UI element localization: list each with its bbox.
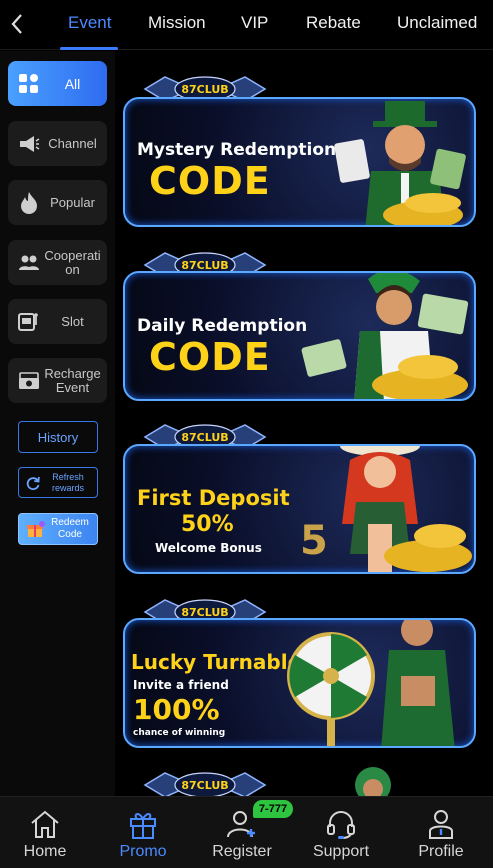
headset-icon	[327, 811, 355, 839]
nav-label: Support	[312, 843, 370, 860]
nav-label: Register	[212, 843, 272, 860]
nav-label: Home	[23, 843, 67, 860]
category-popular[interactable]: Popular	[8, 180, 107, 225]
banner-invite-text: Invite a friend	[133, 678, 229, 692]
category-label: Cooperation	[44, 247, 101, 277]
category-all[interactable]: All	[8, 61, 107, 106]
grid-icon	[16, 71, 42, 97]
redeem-label: Redeem Code	[51, 517, 89, 540]
tab-rebate[interactable]: Rebate	[306, 13, 361, 33]
refresh-label: Refresh rewards	[51, 471, 84, 493]
mascot-illustration	[334, 101, 466, 225]
logo-text: 87CLUB	[181, 779, 228, 792]
category-label: Slot	[61, 313, 84, 329]
category-channel[interactable]: Channel	[8, 121, 107, 166]
history-button[interactable]: History	[18, 421, 98, 453]
slot-machine-icon	[16, 309, 42, 335]
svg-text:5: 5	[300, 518, 328, 564]
logo-text: 87CLUB	[181, 83, 228, 96]
banner-first-deposit[interactable]: First Deposit 50% Welcome Bonus 5	[123, 444, 476, 574]
event-banner-list: 87CLUB Mystery Redemption CODE 87CLUB Da…	[115, 51, 493, 796]
category-label: Popular	[50, 194, 95, 210]
banner-title: Mystery Redemption	[137, 140, 337, 160]
person-icon	[429, 810, 453, 839]
banner-title: First Deposit	[137, 486, 290, 510]
nav-label: Profile	[418, 843, 464, 860]
banner-lucky-turnable[interactable]: Lucky Turnable Invite a friend 100% chan…	[123, 618, 476, 748]
category-sidebar: All Channel Popular Cooperation Slot Rec…	[0, 51, 115, 796]
nav-profile[interactable]: Profile	[396, 807, 486, 861]
tab-vip[interactable]: VIP	[241, 13, 268, 33]
megaphone-icon	[16, 131, 42, 157]
cash-icon	[16, 368, 42, 394]
people-icon	[16, 250, 42, 276]
active-tab-indicator	[60, 47, 118, 50]
tab-unclaimed[interactable]: Unclaimed	[397, 13, 477, 33]
back-button[interactable]	[6, 10, 28, 38]
nav-label: Promo	[119, 843, 167, 860]
mascot-illustration: 5	[300, 446, 472, 572]
mascot-illustration	[301, 273, 469, 399]
nav-support[interactable]: Support	[296, 807, 386, 861]
banner-subtitle: chance of winning	[133, 728, 226, 738]
banner-daily-code[interactable]: Daily Redemption CODE	[123, 271, 476, 401]
banner-highlight: CODE	[149, 159, 271, 203]
category-slot[interactable]: Slot	[8, 299, 107, 344]
nav-home[interactable]: Home	[0, 807, 90, 861]
redeem-code-button[interactable]: Redeem Code	[18, 513, 98, 545]
chevron-left-icon	[11, 14, 22, 34]
top-tab-bar: Event Mission VIP Rebate Unclaimed	[0, 0, 493, 50]
refresh-rewards-button[interactable]: Refresh rewards	[18, 467, 98, 498]
gift-box-icon	[27, 521, 45, 537]
banner-highlight: CODE	[149, 335, 271, 379]
banner-title: Daily Redemption	[137, 316, 308, 336]
register-bonus-badge: 7-777	[253, 800, 293, 818]
banner-highlight: 50%	[181, 512, 234, 537]
bottom-navigation: Home Promo Register Support Profile	[0, 796, 493, 868]
wheel-illustration	[287, 620, 455, 746]
category-cooperation[interactable]: Cooperation	[8, 240, 107, 285]
banner-title: Lucky Turnable	[131, 650, 302, 674]
home-icon	[31, 810, 59, 838]
category-label: Recharge Event	[44, 365, 101, 395]
gift-icon	[130, 813, 156, 839]
logo-text: 87CLUB	[181, 431, 228, 444]
nav-promo[interactable]: Promo	[98, 807, 188, 861]
tab-mission[interactable]: Mission	[148, 13, 206, 33]
flame-icon	[16, 190, 42, 216]
banner-subtitle: Welcome Bonus	[155, 541, 262, 555]
refresh-icon	[26, 476, 40, 490]
club-logo: 87CLUB	[143, 767, 267, 796]
banner-highlight: 100%	[133, 693, 220, 726]
mascot-illustration	[355, 767, 391, 796]
tab-event[interactable]: Event	[68, 13, 111, 33]
banner-mystery-code[interactable]: Mystery Redemption CODE	[123, 97, 476, 227]
category-recharge-event[interactable]: Recharge Event	[8, 358, 107, 403]
category-label: All	[64, 75, 81, 92]
category-label: Channel	[48, 135, 97, 151]
